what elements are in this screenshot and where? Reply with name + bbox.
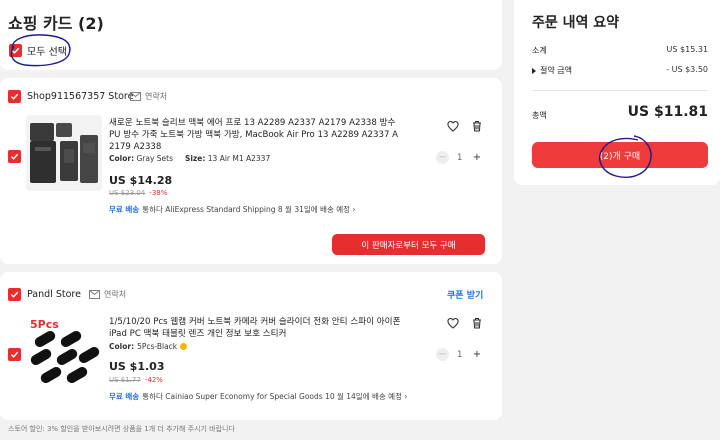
increase-qty-button[interactable]: + [470, 151, 484, 164]
buy-from-seller-button[interactable]: 이 판매자로부터 모두 구매 [332, 234, 485, 255]
free-shipping-label: 무료 배송 [109, 205, 140, 214]
store-discount-note: 스토어 할인: 3% 할인을 받아보시려면 상품을 1개 더 추가해 주시기 바… [8, 425, 235, 433]
original-price-row: US $1.77 -42% [109, 376, 163, 384]
product-thumbnail[interactable] [26, 115, 102, 191]
subtotal-value: US $15.31 [666, 45, 708, 54]
store-checkbox[interactable] [8, 90, 21, 103]
variant-dot-icon [180, 343, 188, 350]
contact-label: 연락처 [104, 290, 127, 299]
cart-header: 쇼핑 카드 (2) 모두 선택 [0, 0, 502, 70]
thumbnail-badge: 5Pcs [30, 318, 59, 331]
decrease-qty-button[interactable]: − [436, 348, 449, 361]
shipping-info[interactable]: 무료 배송 통하다 Cainiao Super Economy for Speci… [109, 391, 407, 402]
decrease-qty-button[interactable]: − [436, 151, 449, 164]
wishlist-heart-icon[interactable] [446, 119, 460, 133]
store-checkbox[interactable] [8, 288, 21, 301]
color-label: Color: [109, 342, 135, 351]
increase-qty-button[interactable]: + [470, 348, 484, 361]
mail-icon [89, 290, 100, 299]
discount-badge: -38% [149, 189, 168, 197]
subtotal-row: 소계 US $15.31 [532, 45, 708, 56]
original-price-row: US $23.04 -38% [109, 189, 167, 197]
free-shipping-label: 무료 배송 [109, 392, 140, 401]
total-value: US $11.81 [627, 104, 708, 120]
original-price: US $1.77 [109, 376, 141, 384]
color-value: Gray Sets [136, 154, 174, 163]
item-checkbox[interactable] [8, 348, 21, 361]
expand-arrow-icon [532, 67, 536, 74]
divider [532, 90, 708, 91]
contact-label: 연락처 [145, 92, 168, 101]
size-value: 13 Air M1 A2337 [207, 154, 271, 163]
contact-seller[interactable]: 연락처 [130, 91, 167, 102]
product-variant[interactable]: Color: Gray Sets Size: 13 Air M1 A2337 [109, 154, 270, 163]
product-title[interactable]: 1/5/10/20 Pcs 웹캠 커버 노트북 카메라 커버 슬라이더 전화 안… [109, 316, 409, 340]
shipping-info[interactable]: 무료 배송 통하다 AliExpress Standard Shipping 8 … [109, 204, 355, 215]
quantity-stepper[interactable]: − 1 + [436, 151, 484, 164]
color-value: 5Pcs-Black [137, 342, 178, 351]
total-label: 총액 [532, 111, 547, 120]
order-summary: 주문 내역 요약 소계 US $15.31 절약 금액 - US $3.50 총… [514, 0, 720, 185]
quantity-value: 1 [457, 349, 463, 360]
page-title: 쇼핑 카드 (2) [8, 14, 104, 33]
select-all-checkbox[interactable] [9, 44, 22, 57]
chevron-right-icon: › [404, 392, 408, 401]
subtotal-label: 소계 [532, 46, 547, 55]
discount-badge: -42% [144, 376, 163, 384]
select-all-label[interactable]: 모두 선택 [27, 43, 67, 58]
get-coupon-link[interactable]: 쿠폰 받기 [447, 288, 483, 301]
trash-icon[interactable] [470, 119, 484, 133]
savings-label: 절약 금액 [540, 66, 572, 75]
chevron-right-icon: › [352, 205, 356, 214]
trash-icon[interactable] [470, 316, 484, 330]
check-icon [10, 93, 19, 100]
color-label: Color: [109, 154, 135, 163]
check-icon [11, 47, 20, 54]
savings-row[interactable]: 절약 금액 - US $3.50 [532, 65, 708, 76]
check-icon [10, 351, 19, 358]
product-variant[interactable]: Color: 5Pcs-Black [109, 342, 188, 351]
original-price: US $23.04 [109, 189, 146, 197]
size-label: Size: [184, 154, 206, 163]
wishlist-heart-icon[interactable] [446, 316, 460, 330]
checkout-button[interactable]: (2)개 구매 [532, 142, 708, 168]
store-card-1: Shop911567357 Store 연락처 새로운 노트북 슬리브 맥북 에… [0, 78, 502, 264]
store-name[interactable]: Pandl Store [27, 289, 81, 300]
product-price: US $14.28 [109, 174, 173, 187]
mail-icon [130, 92, 141, 101]
product-price: US $1.03 [109, 360, 165, 373]
item-checkbox[interactable] [8, 150, 21, 163]
store-name[interactable]: Shop911567357 Store [27, 91, 133, 102]
savings-value: - US $3.50 [666, 65, 708, 74]
shipping-text: 통하다 AliExpress Standard Shipping 8 월 31일… [142, 205, 351, 214]
quantity-value: 1 [457, 152, 463, 163]
product-title[interactable]: 새로운 노트북 슬리브 맥북 에어 프로 13 A2289 A2337 A217… [109, 117, 399, 153]
quantity-stepper[interactable]: − 1 + [436, 348, 484, 361]
product-thumbnail[interactable]: 5Pcs [26, 316, 102, 392]
check-icon [10, 153, 19, 160]
shipping-text: 통하다 Cainiao Super Economy for Special Go… [142, 392, 402, 401]
store-card-2: Pandl Store 연락처 쿠폰 받기 5Pcs 1/5/10/20 Pcs… [0, 272, 502, 420]
check-icon [10, 291, 19, 298]
summary-title: 주문 내역 요약 [532, 15, 620, 31]
contact-seller[interactable]: 연락처 [89, 289, 126, 300]
laptop-sleeve-image [30, 123, 98, 183]
